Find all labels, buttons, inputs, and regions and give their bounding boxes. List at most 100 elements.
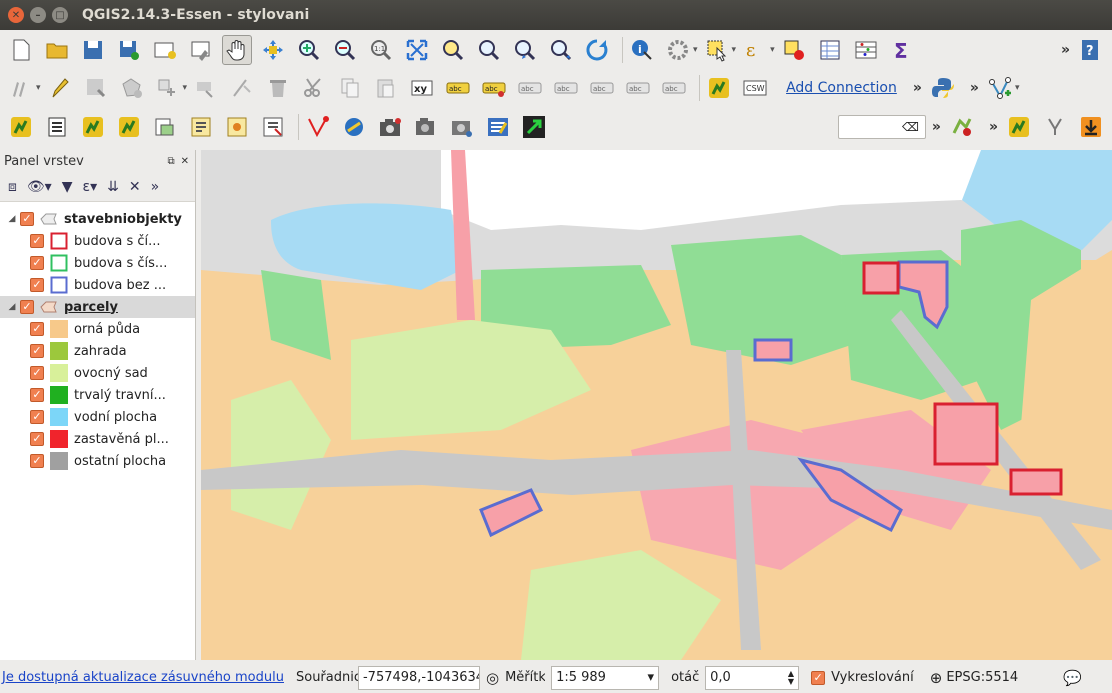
deselect-all-icon[interactable] [779,35,809,65]
legend-item-checkbox[interactable]: ✓ [30,322,44,336]
toolbar-overflow-icon[interactable]: » [989,119,998,135]
layer-visibility-checkbox[interactable]: ✓ [20,212,34,226]
legend-item[interactable]: ✓ trvalý travní... [0,384,195,406]
zoom-to-layer-icon[interactable] [474,35,504,65]
legend-item-checkbox[interactable]: ✓ [30,366,44,380]
maximize-window-button[interactable]: □ [52,7,68,23]
clear-text-icon[interactable]: ⌫ [902,120,919,134]
screenshot-icon[interactable] [375,112,405,142]
annotation-text-icon[interactable] [483,112,513,142]
current-edits-icon[interactable] [6,73,36,103]
move-label-icon[interactable]: abc [587,73,617,103]
toolbar-overflow-icon[interactable]: » [970,80,979,96]
filter-legend-icon[interactable]: ▼ [62,179,73,195]
grass-region-icon[interactable] [42,112,72,142]
digitize-vertex-icon[interactable] [985,73,1015,103]
open-layer-styling-icon[interactable]: ⧈ [8,179,17,195]
georeferencer-icon[interactable] [150,112,180,142]
statistics-icon[interactable] [851,35,881,65]
legend-item[interactable]: ✓ budova s čí... [0,230,195,252]
topology-checker-icon[interactable] [947,112,977,142]
legend-item-checkbox[interactable]: ✓ [30,410,44,424]
paste-features-icon[interactable] [371,73,401,103]
road-graph-icon[interactable] [447,112,477,142]
save-as-icon[interactable] [114,35,144,65]
dropdown-arrow-icon[interactable]: ▾ [732,45,737,55]
composer-manager-icon[interactable] [186,35,216,65]
grass-mapset-icon[interactable] [78,112,108,142]
download-icon[interactable] [1076,112,1106,142]
plugin-update-link[interactable]: Je dostupná aktualizace zásuvného modulu [2,670,284,685]
collapse-triangle-icon[interactable]: ◢ [4,214,20,224]
grass-plugin-icon[interactable] [1004,112,1034,142]
help-icon[interactable]: ? [1076,35,1106,65]
legend-item-checkbox[interactable]: ✓ [30,454,44,468]
add-feature-icon[interactable] [117,73,147,103]
map-canvas[interactable] [201,150,1112,660]
processing-toolbox-icon[interactable] [186,112,216,142]
pan-map-icon[interactable] [222,35,252,65]
zoom-last-icon[interactable] [510,35,540,65]
select-features-icon[interactable] [702,35,732,65]
layer-labeling-icon[interactable]: abc [443,73,473,103]
layer-group-parcely[interactable]: ◢ ✓ parcely [0,296,195,318]
delete-selected-icon[interactable] [263,73,293,103]
move-annotation-icon[interactable] [519,112,549,142]
legend-item[interactable]: ✓ budova bez ... [0,274,195,296]
dropdown-arrow-icon[interactable]: ▾ [183,83,188,93]
attribute-table-icon[interactable] [815,35,845,65]
new-print-composer-icon[interactable] [150,35,180,65]
toolbar-overflow-icon[interactable]: » [1061,42,1070,58]
zoom-actual-size-icon[interactable]: 1:1 [366,35,396,65]
dropdown-arrow-icon[interactable]: ▾ [693,45,698,55]
copy-features-icon[interactable] [335,73,365,103]
spin-arrows-icon[interactable]: ▲ ▼ [788,669,794,686]
crs-label[interactable]: EPSG:5514 [946,670,1018,685]
field-calculator-icon[interactable]: Σ [887,35,917,65]
add-connection-link[interactable]: Add Connection [786,80,897,96]
save-layer-edits-icon[interactable] [81,73,111,103]
zoom-out-icon[interactable] [330,35,360,65]
node-edit-icon[interactable] [227,73,257,103]
node-tool-icon[interactable] [191,73,221,103]
move-feature-icon[interactable] [153,73,183,103]
python-console-icon[interactable] [928,73,958,103]
legend-item-checkbox[interactable]: ✓ [30,278,44,292]
dropdown-arrow-icon[interactable]: ▾ [770,45,775,55]
close-window-button[interactable]: ✕ [8,7,24,23]
minimize-window-button[interactable]: – [30,7,46,23]
change-label-icon[interactable]: abc [659,73,689,103]
plugin-grass-icon[interactable] [704,73,734,103]
legend-item[interactable]: ✓ orná půda [0,318,195,340]
show-hide-labels-icon[interactable]: abc [551,73,581,103]
toolbar-overflow-icon[interactable]: » [932,119,941,135]
legend-item-checkbox[interactable]: ✓ [30,388,44,402]
render-checkbox[interactable]: ✓ [811,670,826,685]
gps-tools-icon[interactable] [411,112,441,142]
zoom-to-selection-icon[interactable] [438,35,468,65]
history-log-icon[interactable] [258,112,288,142]
messages-icon[interactable]: 💬 [1063,669,1082,687]
coordinate-field[interactable]: -757498,-1043634 [357,665,480,690]
legend-item[interactable]: ✓ zastavěná pl... [0,428,195,450]
crs-globe-icon[interactable]: ⊕ [930,669,943,687]
legend-item[interactable]: ✓ ovocný sad [0,362,195,384]
toggle-extents-icon[interactable]: ◎ [486,669,499,687]
layer-group-stavebniobjekty[interactable]: ◢ ✓ stavebniobjekty [0,208,195,230]
run-feature-action-icon[interactable] [663,35,693,65]
search-clear-box[interactable]: ⌫ [837,115,926,139]
legend-item-checkbox[interactable]: ✓ [30,432,44,446]
legend-item[interactable]: ✓ zahrada [0,340,195,362]
toggle-editing-icon[interactable] [45,73,75,103]
clipper-tool-icon[interactable] [1040,112,1070,142]
legend-item[interactable]: ✓ budova s čís... [0,252,195,274]
close-panel-icon[interactable]: ✕ [181,156,189,167]
pan-to-selection-icon[interactable] [258,35,288,65]
legend-item[interactable]: ✓ ostatní plocha [0,450,195,472]
save-project-icon[interactable] [78,35,108,65]
rotation-spinbox[interactable]: 0,0 ▲ ▼ [705,665,800,690]
vector-overlay-icon[interactable] [303,112,333,142]
highlight-pinned-labels-icon[interactable]: abc [479,73,509,103]
legend-item-checkbox[interactable]: ✓ [30,234,44,248]
cut-features-icon[interactable] [299,73,329,103]
